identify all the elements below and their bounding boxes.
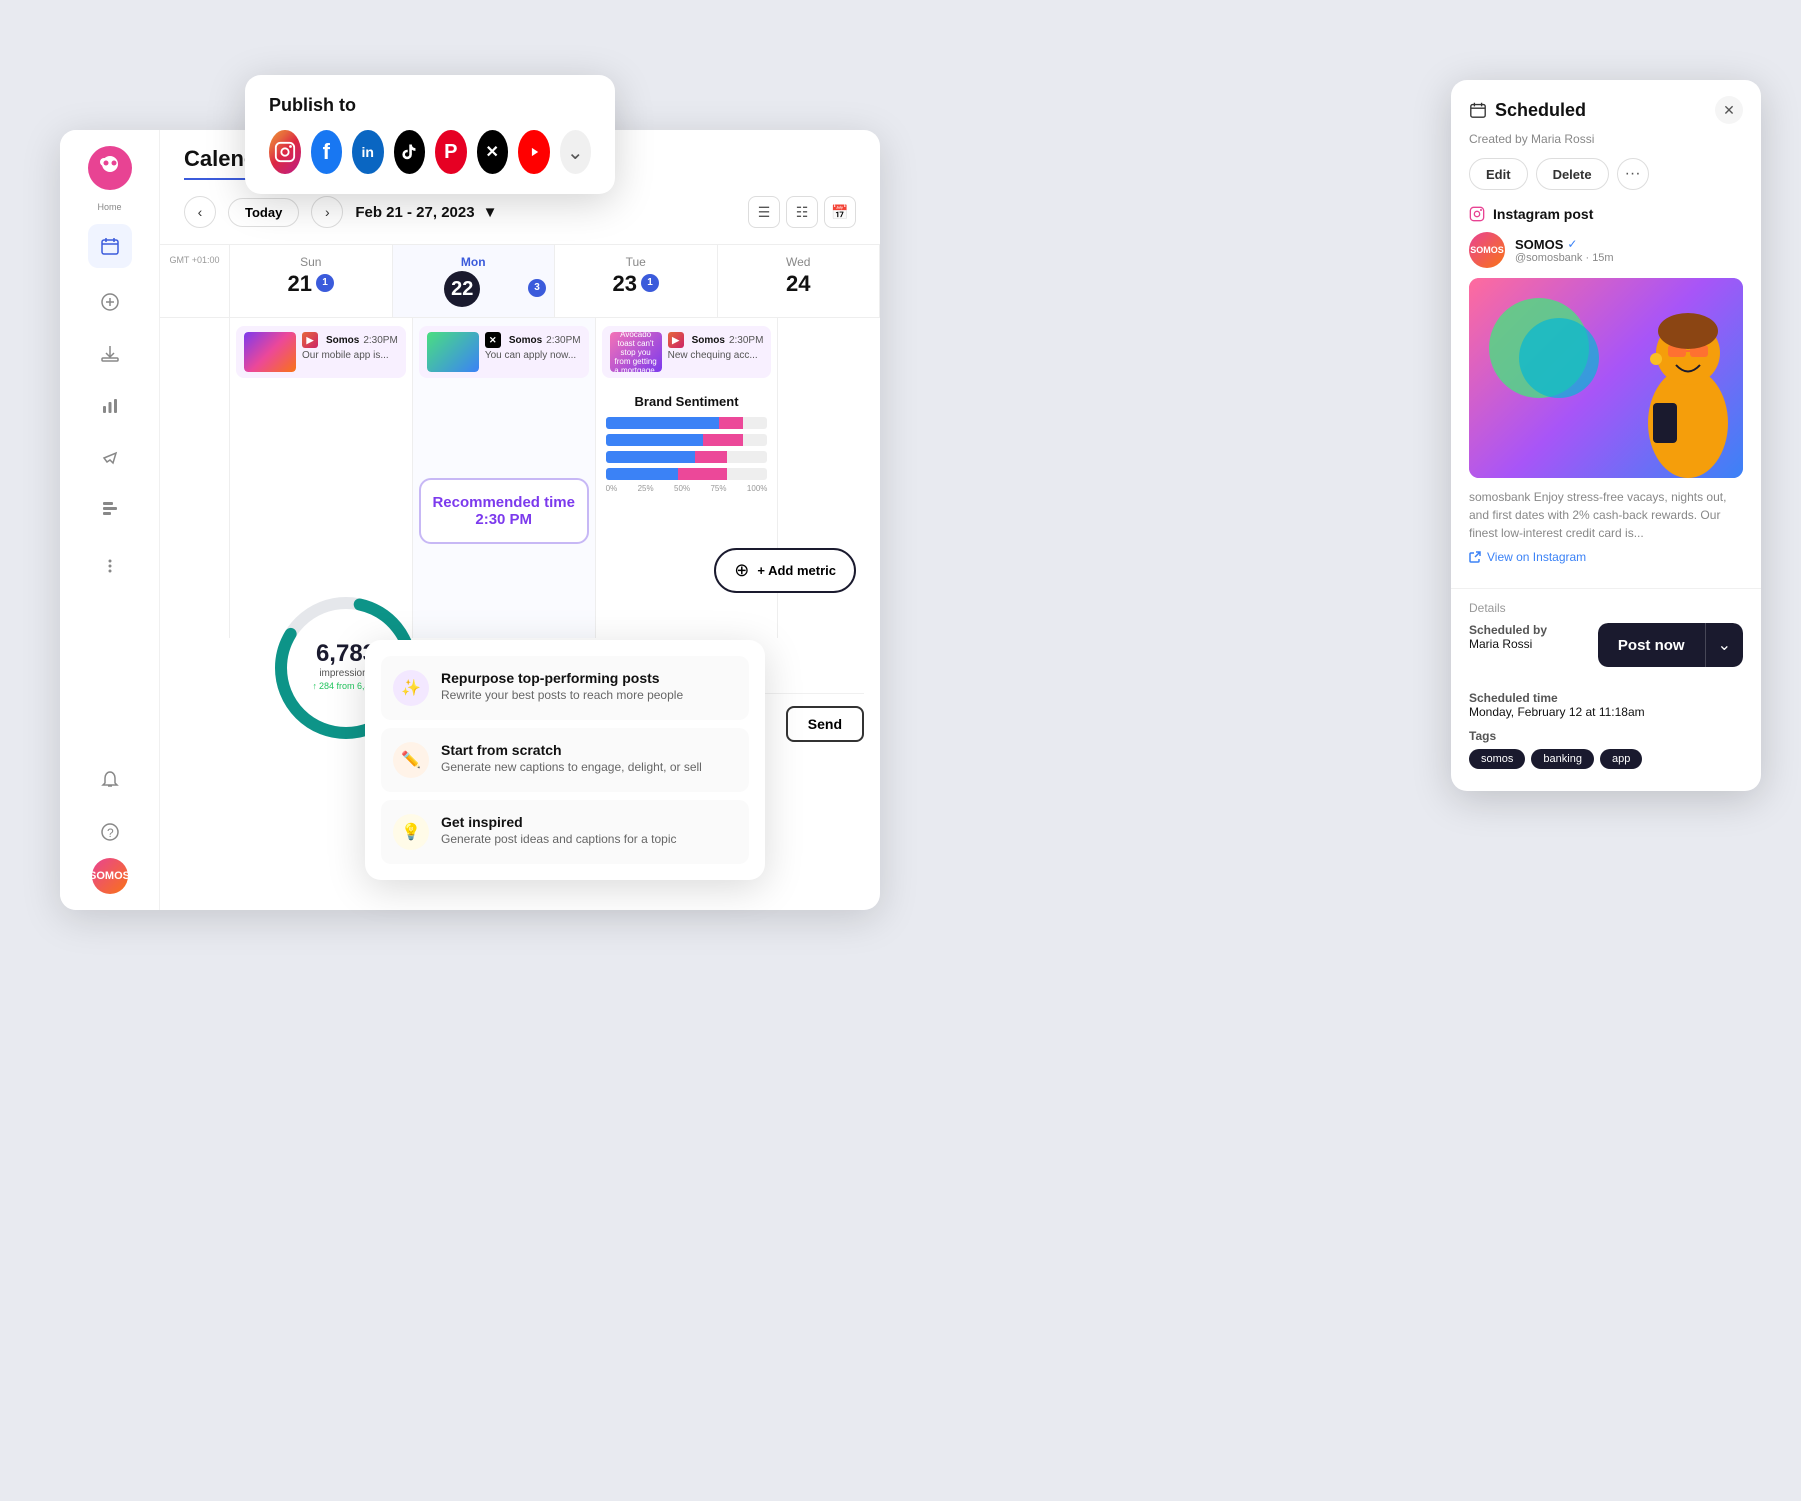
view-on-instagram-link[interactable]: View on Instagram — [1469, 550, 1743, 564]
sidebar-reports[interactable] — [88, 488, 132, 532]
instagram-label: Instagram post — [1469, 206, 1743, 222]
post-card-mon[interactable]: ✕ Somos 2:30PM You can apply now... — [419, 326, 589, 378]
repurpose-icon: ✨ — [393, 670, 429, 706]
view-buttons: ☰ ☷ 📅 — [748, 196, 856, 228]
edit-button[interactable]: Edit — [1469, 158, 1528, 190]
sidebar-more[interactable] — [88, 544, 132, 588]
close-scheduled-button[interactable]: ✕ — [1715, 96, 1743, 124]
instagram-post-icon — [1469, 206, 1485, 222]
sidebar-help[interactable]: ? — [88, 810, 132, 854]
scheduled-creator: Created by Maria Rossi — [1451, 132, 1761, 158]
tags-list: somos banking app — [1469, 749, 1743, 769]
sidebar-campaigns[interactable] — [88, 436, 132, 480]
scheduled-panel: Scheduled ✕ Created by Maria Rossi Edit … — [1451, 80, 1761, 791]
sentiment-bar-2 — [606, 434, 768, 446]
publish-panel: Publish to f in P ✕ ⌄ — [245, 75, 615, 194]
instagram-profile: SOMOS SOMOS ✓ @somosbank · 15m — [1469, 232, 1743, 268]
day-header-mon: Mon 22 3 — [393, 245, 556, 318]
tag-somos: somos — [1469, 749, 1525, 769]
sentiment-bar-3 — [606, 451, 768, 463]
external-link-icon — [1469, 551, 1481, 563]
list-view-button[interactable]: ☰ — [748, 196, 780, 228]
person-figure — [1633, 283, 1743, 478]
publish-icons: f in P ✕ ⌄ — [269, 130, 591, 174]
sidebar: Home ? SOMOS — [60, 130, 160, 910]
send-button[interactable]: Send — [786, 706, 864, 742]
sentiment-bar-4 — [606, 468, 768, 480]
post-thumbnail-sun — [244, 332, 296, 372]
sidebar-compose[interactable] — [88, 280, 132, 324]
more-actions-button[interactable]: ··· — [1617, 158, 1649, 190]
day-col-mon: ✕ Somos 2:30PM You can apply now... Reco… — [413, 318, 596, 638]
brand-sentiment-widget: Brand Sentiment — [602, 394, 772, 493]
linkedin-icon[interactable]: in — [352, 130, 384, 174]
post-image-bg — [1469, 278, 1743, 478]
post-now-container: Post now ⌄ 👆 — [1598, 623, 1743, 667]
ai-tools-panel: ✨ Repurpose top-performing posts Rewrite… — [365, 640, 765, 880]
day-header-wed: Wed 24 — [718, 245, 881, 318]
circle-teal — [1519, 318, 1599, 398]
user-avatar[interactable]: SOMOS — [92, 858, 128, 894]
grid-view-button[interactable]: ☷ — [786, 196, 818, 228]
sentiment-axis: 0%25%50%75%100% — [606, 484, 768, 493]
ai-item-repurpose[interactable]: ✨ Repurpose top-performing posts Rewrite… — [381, 656, 749, 720]
sidebar-download[interactable] — [88, 332, 132, 376]
post-card-sun[interactable]: ▶ Somos 2:30PM Our mobile app is... — [236, 326, 406, 378]
details-section: Details Scheduled by Maria Rossi Post no… — [1451, 588, 1761, 791]
day-header-sun: Sun 21 1 — [230, 245, 393, 318]
post-thumbnail-mon — [427, 332, 479, 372]
publish-title: Publish to — [269, 95, 591, 116]
add-metric-btn-inner[interactable]: ⊕ + Add metric — [714, 548, 856, 593]
calendar-grid-header: GMT +01:00 Sun 21 1 Mon 22 3 Tue — [160, 244, 880, 318]
post-image — [1469, 278, 1743, 478]
calendar-view-button[interactable]: 📅 — [824, 196, 856, 228]
tag-app: app — [1600, 749, 1642, 769]
add-metric-button[interactable]: ⊕ + Add metric — [714, 548, 856, 593]
platform-icon-x: ✕ — [485, 332, 501, 348]
pinterest-icon[interactable]: P — [435, 130, 467, 174]
ai-item-inspire[interactable]: 💡 Get inspired Generate post ideas and c… — [381, 800, 749, 864]
tiktok-icon[interactable] — [394, 130, 426, 174]
post-thumbnail-tue: Avocado toast can't stop you from gettin… — [610, 332, 662, 372]
scheduled-time-row: Scheduled time Monday, February 12 at 11… — [1469, 691, 1743, 719]
ai-item-scratch[interactable]: ✏️ Start from scratch Generate new capti… — [381, 728, 749, 792]
post-caption: somosbank Enjoy stress-free vacays, nigh… — [1469, 488, 1743, 542]
inspire-icon: 💡 — [393, 814, 429, 850]
youtube-icon[interactable] — [518, 130, 550, 174]
platform-icon-ig2: ▶ — [668, 332, 684, 348]
post-now-button[interactable]: Post now — [1598, 623, 1705, 667]
facebook-icon[interactable]: f — [311, 130, 343, 174]
home-label: Home — [97, 202, 121, 212]
instagram-post-section: Instagram post SOMOS SOMOS ✓ @somosbank … — [1451, 206, 1761, 588]
next-week-button[interactable]: › — [311, 196, 343, 228]
day-header-tue: Tue 23 1 — [555, 245, 718, 318]
app-logo[interactable] — [88, 146, 132, 190]
scheduled-header: Scheduled ✕ — [1451, 80, 1761, 132]
time-column — [160, 318, 230, 638]
x-icon[interactable]: ✕ — [477, 130, 509, 174]
tag-banking: banking — [1531, 749, 1594, 769]
post-card-tue[interactable]: Avocado toast can't stop you from gettin… — [602, 326, 772, 378]
more-platforms-button[interactable]: ⌄ — [560, 130, 592, 174]
scheduled-actions: Edit Delete ··· — [1451, 158, 1761, 206]
scratch-icon: ✏️ — [393, 742, 429, 778]
somos-avatar: SOMOS — [1469, 232, 1505, 268]
sidebar-analytics[interactable] — [88, 384, 132, 428]
prev-week-button[interactable]: ‹ — [184, 196, 216, 228]
sentiment-bar-1 — [606, 417, 768, 429]
sidebar-notifications[interactable] — [88, 758, 132, 802]
date-range-selector[interactable]: Feb 21 - 27, 2023 ▼ — [355, 204, 497, 221]
post-now-chevron-button[interactable]: ⌄ — [1705, 623, 1743, 667]
today-button[interactable]: Today — [228, 198, 299, 227]
delete-button[interactable]: Delete — [1536, 158, 1609, 190]
gmt-label: GMT +01:00 — [160, 245, 230, 318]
calendar-small-icon — [1469, 101, 1487, 119]
instagram-icon[interactable] — [269, 130, 301, 174]
platform-icon-ig: ▶ — [302, 332, 318, 348]
svg-text:?: ? — [107, 826, 114, 840]
tags-row: Tags somos banking app — [1469, 729, 1743, 769]
recommended-time-box: Recommended time 2:30 PM — [419, 478, 589, 544]
sidebar-calendar[interactable] — [88, 224, 132, 268]
